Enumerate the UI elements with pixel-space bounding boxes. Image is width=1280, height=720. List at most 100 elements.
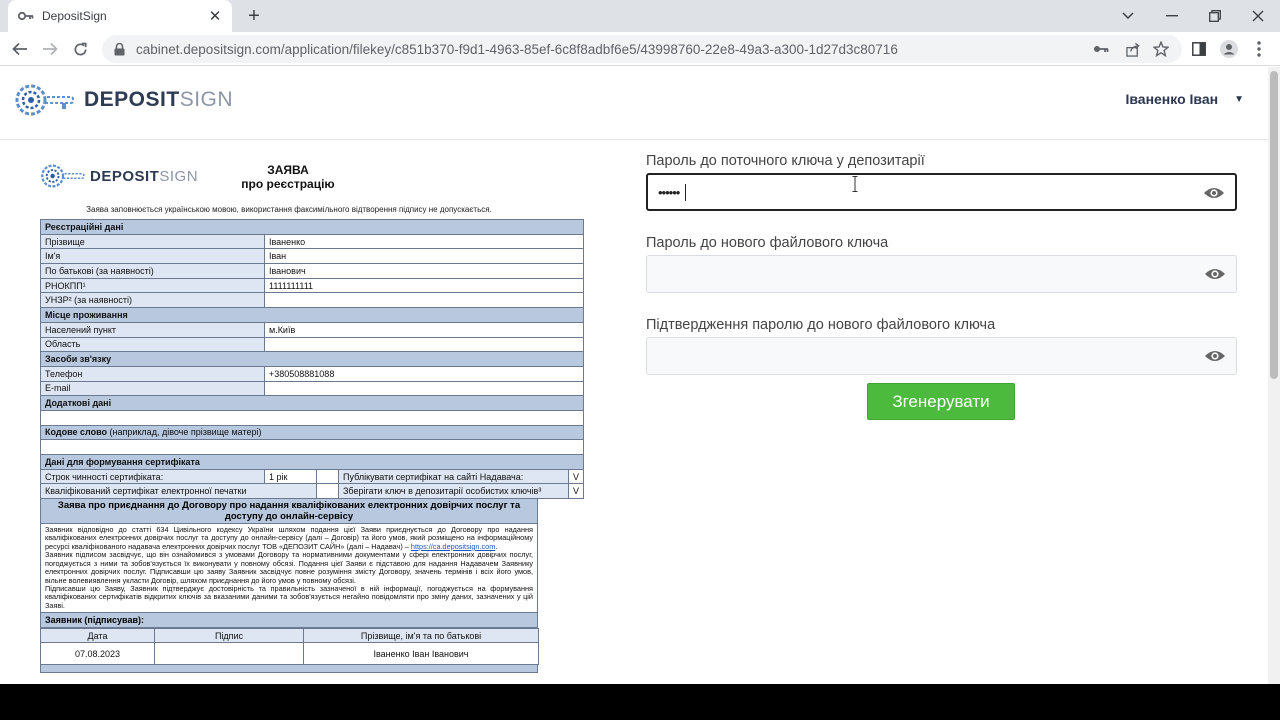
field-label: Зберігати ключ в депозитарії особистих к… (338, 483, 569, 500)
generate-button[interactable]: Згенерувати (867, 383, 1015, 420)
spacer (316, 469, 339, 485)
side-panel-icon[interactable] (1186, 36, 1212, 62)
logo-emblem-icon (41, 164, 85, 188)
close-tab-icon[interactable]: ✕ (204, 5, 226, 27)
signer-title: Заявник (підписував): (40, 613, 538, 629)
reload-icon[interactable] (67, 36, 93, 62)
current-key-password-group: Пароль до поточного ключа у депозитарії … (646, 151, 1238, 233)
show-password-eye-icon[interactable] (1204, 347, 1226, 365)
key-icon (18, 8, 34, 24)
page-scrollbar[interactable] (1268, 67, 1280, 684)
section-additional: Додаткові дані (39, 395, 585, 411)
date-value: 07.08.2023 (40, 642, 155, 666)
field-label: УНЗР² (за наявності) (40, 292, 265, 309)
new-tab-button[interactable]: + (242, 4, 266, 28)
field-value: Іваненко (263, 233, 585, 250)
field-value: м.Київ (263, 321, 585, 338)
browser-tab-bar: DepositSign ✕ + (0, 0, 1280, 32)
section-certificate: Дані для формування сертифіката (39, 454, 585, 470)
profile-avatar-icon[interactable] (1216, 36, 1242, 62)
field-label: По батькові (за наявності) (40, 263, 265, 279)
password-key-icon[interactable] (1088, 36, 1114, 62)
field-label: Населений пункт (40, 321, 265, 338)
registration-table: Реєстраційні дані Прізвище Іваненко Ім'я І… (39, 219, 585, 500)
column-header: Прізвище, ім'я та по батькові (303, 628, 539, 644)
field-label: Телефон (40, 365, 265, 382)
bookmark-star-icon[interactable] (1148, 36, 1174, 62)
browser-tab[interactable]: DepositSign ✕ (8, 0, 232, 32)
document-header: DEPOSITSIGN ЗАЯВА про реєстрацію (40, 159, 538, 205)
url-text: cabinet.depositsign.com/application/file… (136, 41, 898, 57)
current-key-password-input[interactable]: •••••• (646, 173, 1237, 211)
depositsign-logo[interactable]: DEPOSITSIGN (14, 83, 233, 117)
field-label: Прізвище (40, 233, 265, 250)
field-value: V (567, 468, 585, 485)
field-value (316, 483, 339, 500)
field-value: Іванович (263, 263, 585, 279)
logo-text: DEPOSITSIGN (84, 88, 234, 111)
text-cursor (685, 184, 686, 201)
caret-down-icon: ▼ (1234, 93, 1244, 105)
field-value (263, 292, 585, 309)
field-value: +380508881088 (263, 365, 585, 382)
field-value: 1 рік (264, 468, 317, 485)
page-content: DEPOSITSIGN Іваненко Іван ▼ DEPOSITSIGN (0, 67, 1268, 684)
section-residence: Місце проживання (39, 307, 585, 323)
new-key-password-group: Пароль до нового файлового ключа (646, 233, 1238, 315)
section-registration: Реєстраційні дані (39, 219, 585, 235)
field-label: Строк чинності сертифіката: (40, 468, 265, 485)
back-arrow-icon[interactable] (7, 36, 33, 62)
close-window-icon[interactable] (1236, 0, 1280, 32)
section-contacts: Засоби зв'язку (39, 351, 585, 367)
field-value (263, 336, 585, 353)
new-key-password-input[interactable] (646, 255, 1237, 293)
declaration-body: Заявник відповідно до статті 634 Цивільн… (40, 524, 538, 614)
site-header: DEPOSITSIGN Іваненко Іван ▼ (0, 67, 1268, 140)
field-label: Публікувати сертифікат на сайті Надавача… (338, 468, 569, 485)
confirm-password-input[interactable] (646, 337, 1237, 375)
field-value: Іван (263, 248, 585, 265)
field-label: Ім'я (40, 248, 265, 265)
document-note: Заява заповнюється українською мовою, ви… (86, 205, 492, 214)
user-menu[interactable]: Іваненко Іван ▼ (1125, 91, 1244, 107)
forward-arrow-icon[interactable] (37, 36, 63, 62)
address-bar[interactable]: cabinet.depositsign.com/application/file… (102, 35, 1182, 63)
browser-menu-icon[interactable] (1246, 36, 1272, 62)
restore-icon[interactable] (1193, 0, 1237, 32)
field-value (39, 409, 585, 426)
field-value: 1111111111 (263, 277, 585, 294)
scrollbar-thumb[interactable] (1270, 71, 1278, 379)
show-password-eye-icon[interactable] (1204, 265, 1226, 283)
mouse-ibeam-cursor-icon (852, 176, 858, 192)
field-label: Область (40, 336, 265, 353)
document-logo: DEPOSITSIGN (40, 163, 198, 189)
application-document: DEPOSITSIGN ЗАЯВА про реєстрацію Заява з… (39, 159, 585, 684)
section-codeword: Кодове слово (наприклад, дівоче прізвище… (39, 424, 585, 441)
minimize-icon[interactable] (1150, 0, 1194, 32)
field-label: E-mail (40, 380, 265, 397)
lock-icon[interactable] (114, 42, 128, 56)
signature-table: Дата Підпис Прізвище, ім'я та по батьков… (40, 628, 539, 666)
document-title: ЗАЯВА про реєстрацію (241, 163, 335, 191)
tab-search-icon[interactable] (1106, 0, 1150, 32)
show-password-eye-icon[interactable] (1203, 184, 1225, 202)
field-value (39, 439, 585, 455)
tab-title: DepositSign (42, 9, 107, 23)
signature-value (154, 642, 304, 666)
field-value (263, 380, 585, 397)
field-value: V (567, 483, 585, 500)
field-label: РНОКПП¹ (40, 277, 265, 294)
user-name: Іваненко Іван (1125, 91, 1219, 107)
share-icon[interactable] (1120, 36, 1146, 62)
current-key-password-label: Пароль до поточного ключа у депозитарії (646, 153, 925, 169)
confirm-password-label: Підтвердження паролю до нового файлового… (646, 317, 996, 333)
declaration-title: Заява про приєднання до Договору про над… (40, 499, 538, 525)
column-header: Підпис (154, 628, 304, 644)
fullname-value: Іваненко Іван Іванович (303, 642, 539, 666)
logo-emblem-icon (15, 84, 74, 116)
password-value: •••••• (658, 185, 680, 200)
browser-toolbar: cabinet.depositsign.com/application/file… (0, 32, 1280, 66)
new-key-password-label: Пароль до нового файлового ключа (646, 235, 889, 251)
document-continuation (40, 665, 538, 674)
screen: DepositSign ✕ + cabinet.depositsign.com/… (0, 0, 1280, 684)
